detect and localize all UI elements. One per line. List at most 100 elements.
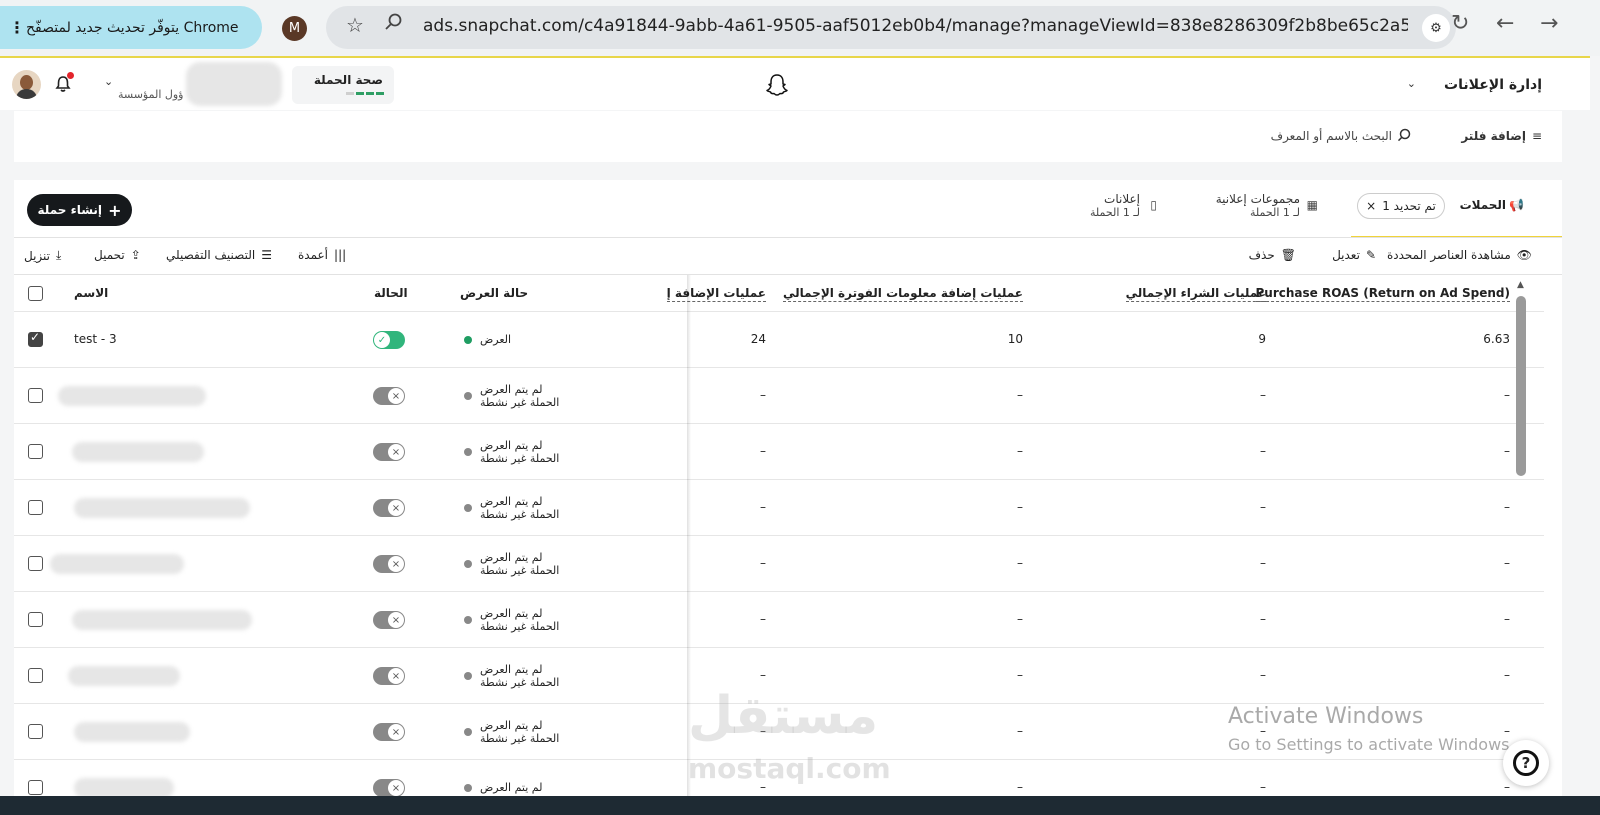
row-checkbox[interactable] [28, 330, 43, 347]
chevron-down-icon[interactable]: ⌄ [1407, 77, 1416, 90]
taskbar [0, 796, 1600, 815]
status-toggle[interactable]: × [373, 555, 405, 573]
columns-icon: ||| [334, 248, 347, 262]
metric-purchases: – [1260, 388, 1266, 402]
notification-dot [67, 72, 74, 79]
row-checkbox[interactable] [28, 388, 43, 403]
metric-roas: – [1504, 388, 1510, 402]
header-roas[interactable]: Purchase ROAS (Return on Ad Spend) [1255, 286, 1510, 302]
delivery-status-line1: لم يتم العرض [480, 781, 543, 794]
row-checkbox[interactable] [28, 724, 43, 739]
delete-button[interactable]: حذف 🗑 [1249, 248, 1296, 262]
row-checkbox[interactable] [28, 668, 43, 683]
status-toggle[interactable]: × [373, 723, 405, 741]
tab-ad-sets-subtitle: لـ 1 الحملة [1250, 206, 1300, 219]
url-text[interactable]: ads.snapchat.com/c4a91844-9abb-4a61-9505… [423, 16, 1408, 36]
row-checkbox[interactable] [28, 500, 43, 515]
ads-manager-menu[interactable]: إدارة الإعلانات [1444, 77, 1542, 93]
health-bar [366, 92, 374, 95]
update-notice-button[interactable]: ⋮ يتوفّر تحديث جديد لمتصفّح Chrome [0, 6, 262, 49]
download-icon: ⤓ [56, 248, 62, 262]
campaign-health-widget[interactable]: صحة الحملة [292, 66, 394, 104]
select-all-checkbox[interactable] [28, 286, 43, 301]
status-toggle[interactable]: ✓ [373, 331, 405, 349]
filter-icon[interactable]: ≡ [1532, 129, 1542, 143]
grid-icon: ▦ [1306, 198, 1318, 212]
metric-add-to-cart: – [760, 556, 766, 570]
delivery-status-line1: لم يتم العرض [480, 551, 543, 564]
screen: ⋮ يتوفّر تحديث جديد لمتصفّح Chrome M ☆ a… [0, 0, 1600, 815]
search-input[interactable]: البحث بالاسم أو المعرف [1271, 129, 1392, 143]
header-add-to-cart[interactable]: عمليات الإضافة إ [666, 286, 766, 302]
edit-button[interactable]: تعديل ✎ [1332, 248, 1376, 262]
metric-add-to-cart: – [760, 388, 766, 402]
columns-button[interactable]: أعمدة ||| [298, 248, 346, 262]
status-toggle[interactable]: × [373, 499, 405, 517]
header-delivery[interactable]: حالة العرض [460, 286, 528, 301]
delivery-status: لم يتم العرض الحملة غير نشطة [480, 663, 559, 689]
table-row[interactable]: × لم يتم العرض الحملة غير نشطة – – – – [14, 424, 1544, 480]
delivery-status-line2: الحملة غير نشطة [480, 564, 560, 577]
header-name[interactable]: الاسم [74, 286, 108, 301]
table-row[interactable]: × لم يتم العرض الحملة غير نشطة – – – – [14, 592, 1544, 648]
upload-label: تحميل [94, 248, 125, 262]
status-toggle[interactable]: × [373, 611, 405, 629]
header-status[interactable]: الحالة [374, 286, 408, 301]
download-button[interactable]: تنزيل ⤓ [24, 248, 61, 263]
help-button[interactable]: ? [1503, 740, 1549, 786]
row-checkbox[interactable] [28, 444, 43, 459]
breakdown-button[interactable]: التصنيف التفصيلي ☰ [166, 248, 272, 262]
star-icon[interactable]: ☆ [346, 13, 364, 37]
status-toggle[interactable]: × [373, 779, 405, 797]
tab-ads[interactable]: إعلانات لـ 1 الحملة [1090, 192, 1140, 220]
selected-chip[interactable]: × تم تحديد 1 [1357, 193, 1445, 219]
delivery-dot [464, 448, 472, 456]
metric-add-billing: – [1017, 444, 1023, 458]
eye-icon: 👁 [1516, 248, 1532, 262]
delivery-dot [464, 560, 472, 568]
search-icon[interactable] [1397, 128, 1411, 142]
ghost-logo-icon[interactable] [765, 73, 789, 97]
status-toggle[interactable]: × [373, 667, 405, 685]
add-filter-button[interactable]: إضافة فلتر [1461, 129, 1526, 143]
row-checkbox[interactable] [28, 780, 43, 795]
close-icon[interactable]: × [1366, 199, 1376, 213]
delivery-status-line1: لم يتم العرض [480, 607, 543, 620]
help-icon: ? [1513, 750, 1539, 776]
table-row[interactable]: × لم يتم العرض الحملة غير نشطة – – – – [14, 368, 1544, 424]
lens-icon[interactable] [384, 12, 404, 32]
upload-button[interactable]: تحميل ⇪ [94, 248, 141, 262]
tab-ad-sets[interactable]: مجموعات إعلانية لـ 1 الحملة [1216, 192, 1300, 220]
close-icon: × [388, 612, 404, 628]
row-checkbox[interactable] [28, 612, 43, 627]
user-avatar[interactable] [12, 70, 41, 99]
table-row[interactable]: test - 3 ✓ العرض 24 10 9 6.63 [14, 312, 1544, 368]
vertical-scrollbar[interactable] [1516, 296, 1526, 476]
table-row[interactable]: × لم يتم العرض الحملة غير نشطة – – – – [14, 536, 1544, 592]
metric-roas: – [1504, 500, 1510, 514]
status-toggle[interactable]: × [373, 387, 405, 405]
row-checkbox[interactable] [28, 556, 43, 571]
delivery-dot [464, 728, 472, 736]
scroll-up-arrow[interactable]: ▲ [1517, 280, 1524, 290]
forward-icon[interactable]: → [1540, 13, 1558, 35]
reload-icon[interactable]: ↻ [1451, 13, 1469, 35]
tune-icon[interactable]: ⚙ [1422, 14, 1450, 42]
delivery-status-line2: الحملة غير نشطة [480, 620, 560, 633]
back-icon[interactable]: ← [1496, 13, 1514, 35]
delivery-status-line2: الحملة غير نشطة [480, 452, 560, 465]
profile-avatar[interactable]: M [282, 16, 307, 41]
header-purchases[interactable]: عمليات الشراء الإجمالي [1125, 286, 1266, 302]
view-selected-button[interactable]: مشاهدة العناصر المحددة 👁 [1387, 248, 1532, 262]
redacted-name [68, 666, 180, 686]
status-toggle[interactable]: × [373, 443, 405, 461]
chevron-down-icon[interactable]: ⌄ [104, 75, 113, 88]
phone-icon: ▯ [1150, 198, 1157, 212]
header-add-billing[interactable]: عمليات إضافة معلومات الفوترة الإجمالي [782, 286, 1023, 302]
create-campaign-button[interactable]: إنشاء حملة + [27, 194, 132, 226]
campaign-name[interactable]: test - 3 [74, 332, 117, 346]
table-row[interactable]: × لم يتم العرض الحملة غير نشطة – – – – [14, 480, 1544, 536]
redacted-name [72, 442, 204, 462]
tab-campaigns[interactable]: الحملات 📢 [1460, 198, 1524, 212]
org-label[interactable]: ؤول المؤسسة [118, 88, 184, 101]
